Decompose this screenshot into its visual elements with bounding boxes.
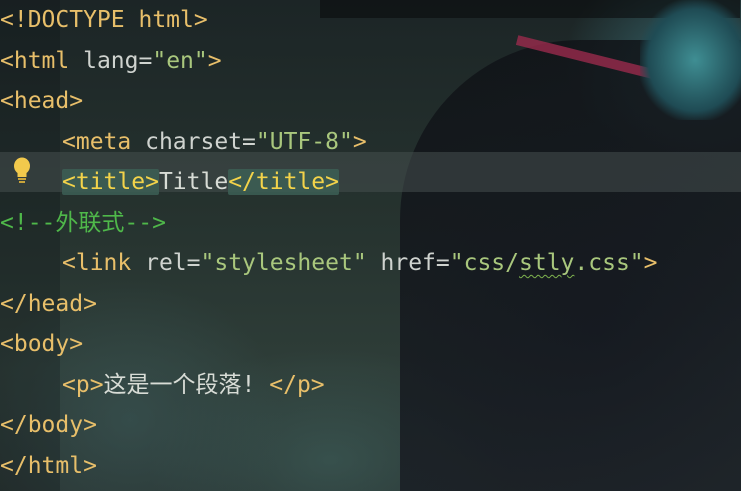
tag-close-token: >	[207, 47, 222, 74]
lang-value-token: "en"	[152, 47, 208, 74]
code-line-5[interactable]: <title>Title</title>	[0, 162, 741, 203]
title-text-token: Title	[158, 169, 229, 195]
body-close-token: </body>	[0, 412, 97, 438]
code-line-10[interactable]: <p>这是一个段落! </p>	[0, 365, 741, 406]
rel-value-token: "stylesheet"	[200, 250, 367, 276]
p-text-token: 这是一个段落!	[103, 371, 270, 398]
charset-attr-token: charset=	[131, 128, 256, 155]
code-line-11[interactable]: </body>	[0, 405, 741, 446]
meta-open-token: <meta	[62, 128, 132, 155]
rel-attr-token: rel=	[131, 250, 201, 276]
code-line-9[interactable]: <body>	[0, 324, 741, 365]
head-close-token: </head>	[0, 290, 97, 317]
code-line-1[interactable]: <!DOCTYPE html>	[0, 0, 741, 41]
href-value-typo-token: stly	[519, 250, 575, 276]
code-line-4[interactable]: <meta charset="UTF-8">	[0, 122, 741, 163]
code-line-6[interactable]: <!--外联式-->	[0, 203, 741, 244]
tag-close-token: >	[643, 250, 658, 276]
title-open-token: <title>	[62, 169, 159, 195]
code-editor[interactable]: <!DOCTYPE html> <html lang="en"> <head> …	[0, 0, 741, 491]
tag-close-token: >	[352, 128, 367, 155]
charset-value-token: "UTF-8"	[255, 128, 353, 155]
code-line-2[interactable]: <html lang="en">	[0, 41, 741, 82]
code-line-7[interactable]: <link rel="stylesheet" href="css/stly.cs…	[0, 243, 741, 284]
code-line-12[interactable]: </html>	[0, 446, 741, 487]
code-line-8[interactable]: </head>	[0, 284, 741, 325]
href-value-end-token: .css"	[574, 250, 644, 276]
comment-token: <!--外联式-->	[0, 209, 166, 236]
title-close-token: </title>	[228, 169, 339, 195]
href-attr-token: href=	[366, 250, 450, 276]
code-line-3[interactable]: <head>	[0, 81, 741, 122]
head-open-token: <head>	[0, 88, 84, 114]
link-open-token: <link	[62, 250, 132, 276]
html-close-token: </html>	[0, 452, 97, 479]
code-lines: <!DOCTYPE html> <html lang="en"> <head> …	[0, 0, 741, 486]
html-open-token: <html	[0, 47, 70, 74]
p-close-token: </p>	[269, 371, 325, 398]
doctype-token: <!DOCTYPE html>	[0, 7, 208, 33]
lang-attr-token: lang=	[69, 47, 153, 74]
body-open-token: <body>	[0, 331, 84, 357]
p-open-token: <p>	[62, 371, 104, 398]
href-value-start-token: "css/	[449, 250, 520, 276]
